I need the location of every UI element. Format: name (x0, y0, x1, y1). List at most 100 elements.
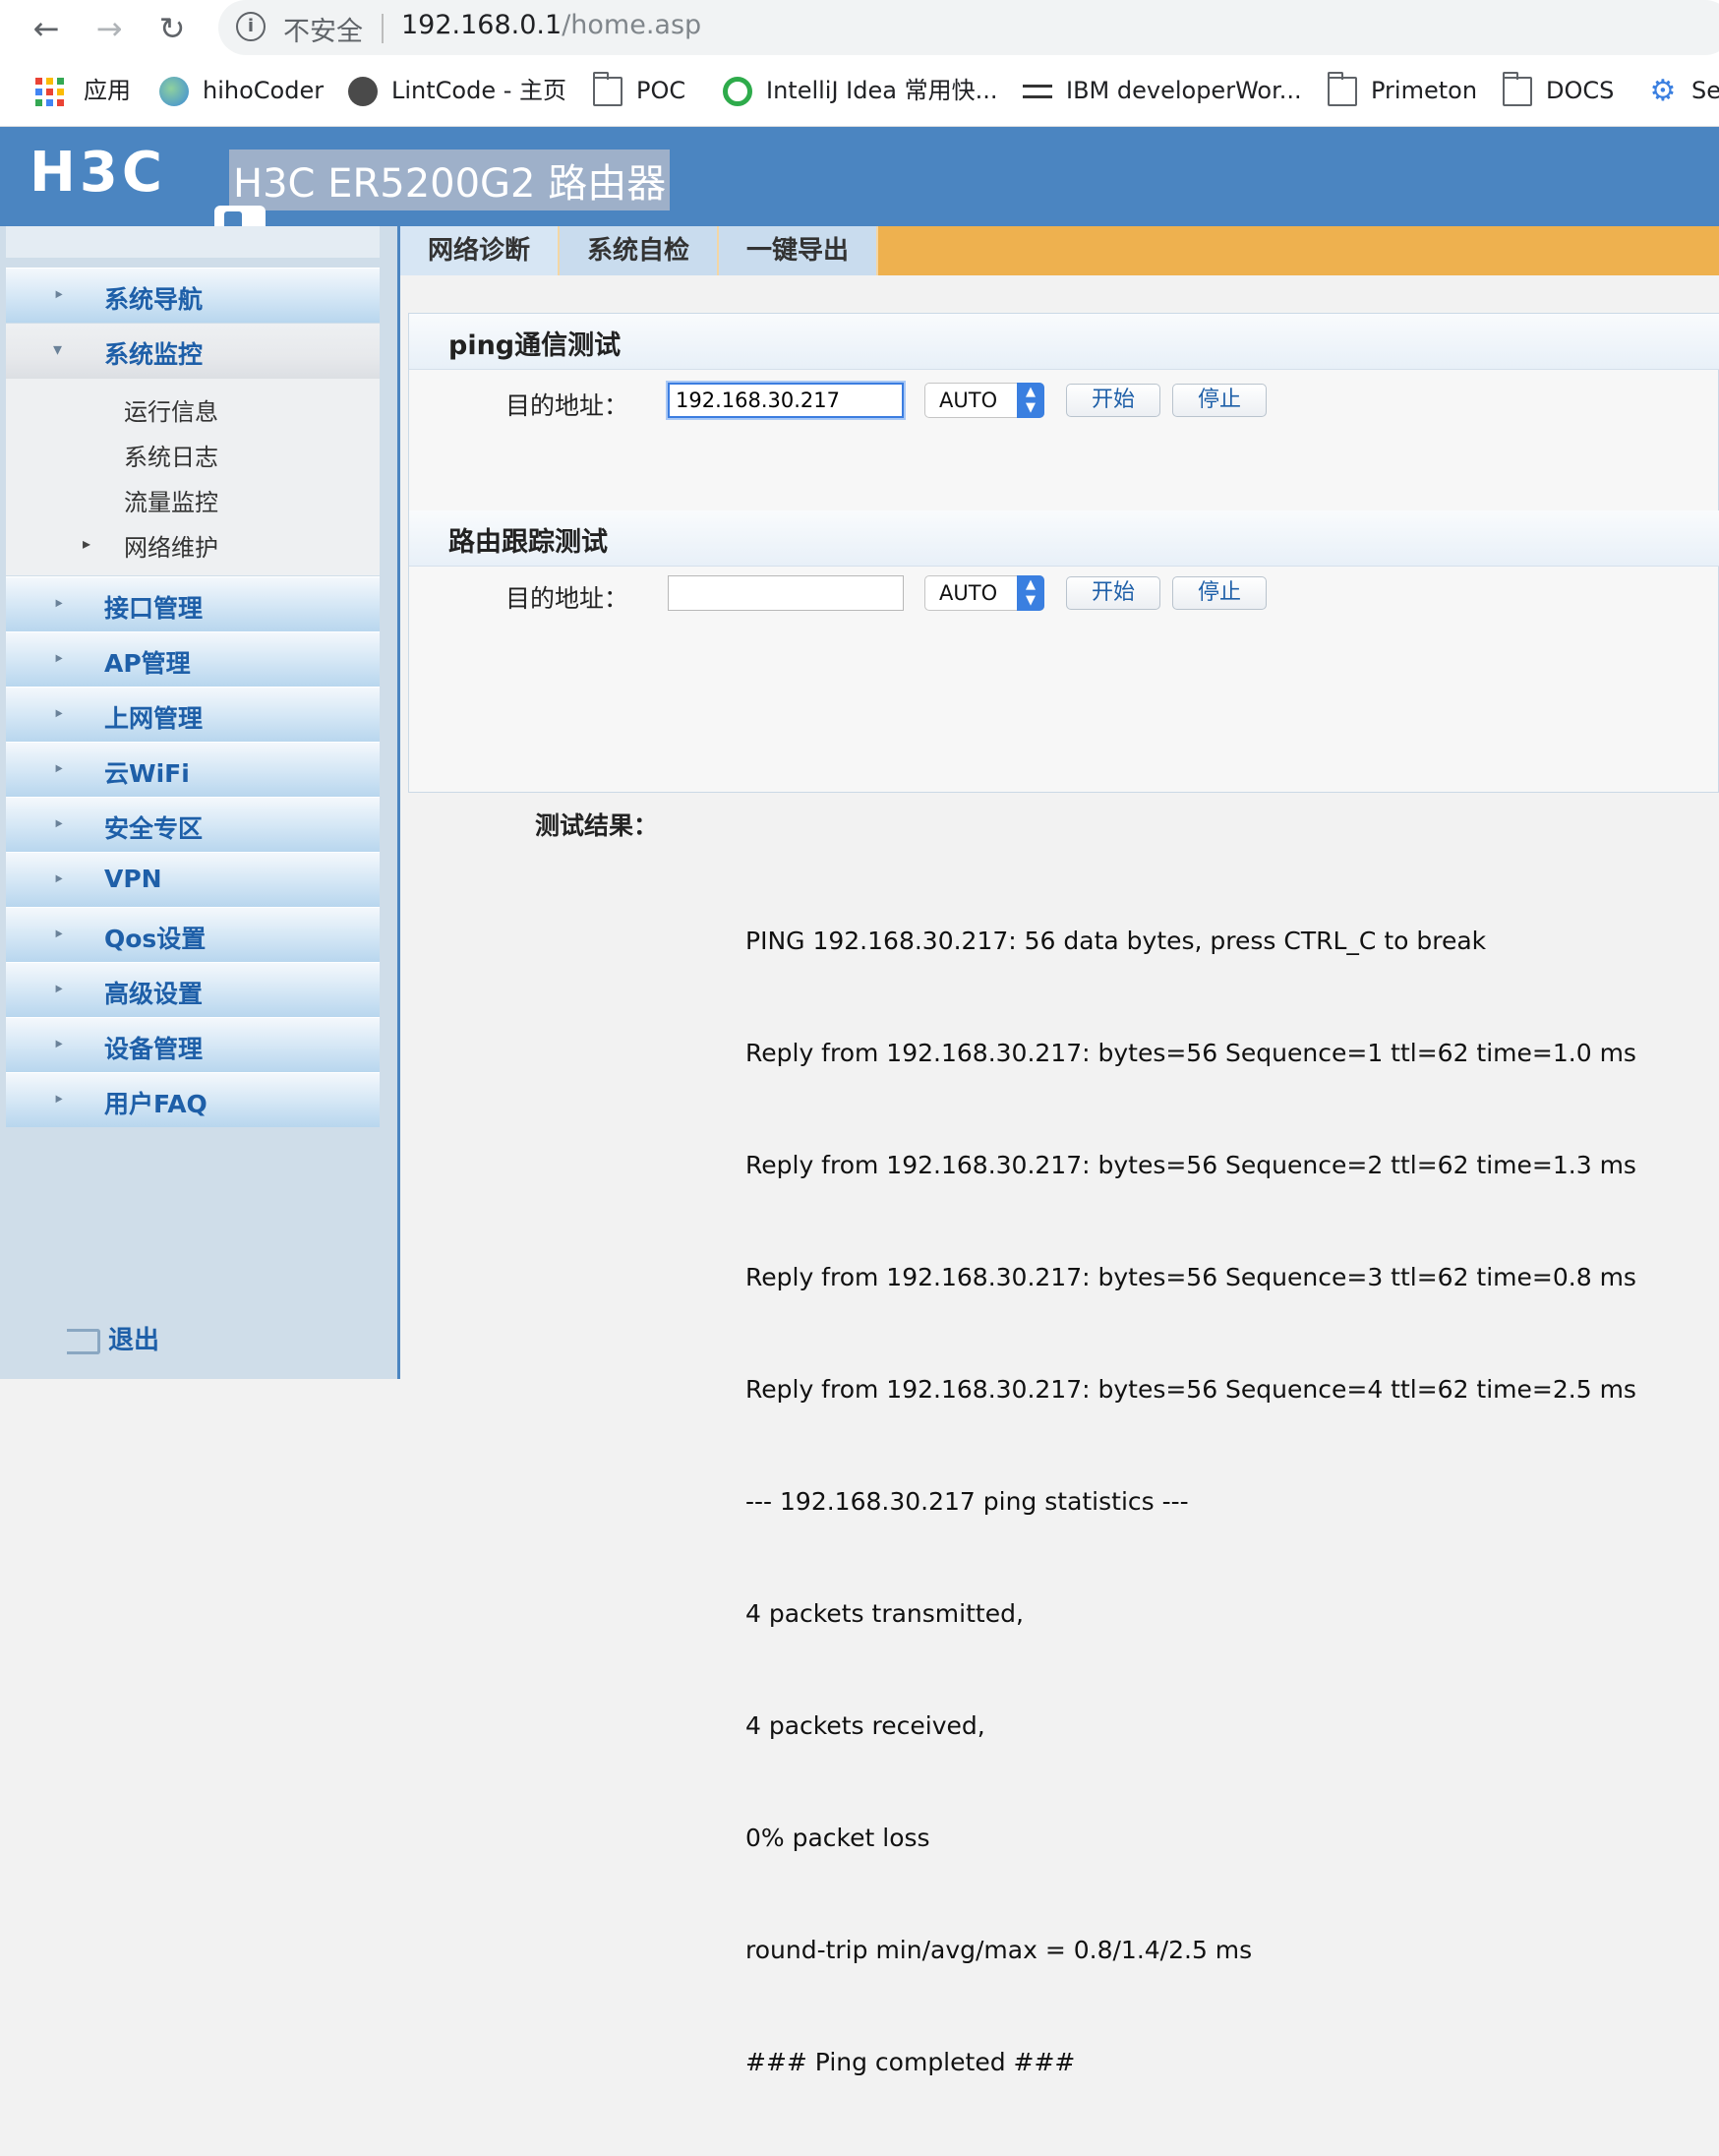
bookmark-se[interactable]: ⚙ Se (1648, 73, 1719, 108)
sidebar-item-label: VPN (104, 865, 162, 893)
expand-arrow-icon: ‣ (53, 1090, 65, 1110)
tab-bar: 网络诊断 系统自检 一键导出 (400, 226, 1719, 275)
bookmark-label: Se (1691, 77, 1719, 104)
reload-icon[interactable]: ↻ (149, 6, 195, 51)
sidebar-item-label: AP管理 (104, 649, 191, 678)
bookmark-label: DOCS (1546, 77, 1615, 104)
expand-arrow-icon: ‣ (53, 704, 65, 725)
submenu-arrow-icon: ▸ (83, 534, 91, 553)
folder-icon (1502, 72, 1532, 106)
address-bar[interactable]: i 不安全 192.168.0.1/home.asp (218, 0, 1719, 55)
ping-section-header: ping通信测试 (409, 314, 1719, 370)
submenu-item-maintenance[interactable]: 网络维护 (124, 528, 218, 563)
result-line: Reply from 192.168.30.217: bytes=56 Sequ… (745, 1151, 1636, 1179)
bookmark-docs[interactable]: DOCS (1502, 72, 1615, 108)
logout-button[interactable]: 退出 (67, 1320, 159, 1356)
select-arrows-icon: ▲ ▼ (1017, 383, 1044, 418)
sidebar-item-label: Qos设置 (104, 925, 207, 953)
tab-network-diagnosis[interactable]: 网络诊断 (400, 226, 560, 275)
globe-icon (348, 77, 378, 106)
bookmark-label: LintCode - 主页 (391, 77, 567, 104)
sidebar-item-label: 系统监控 (104, 340, 204, 369)
ping-stop-button[interactable]: 停止 (1172, 384, 1267, 417)
sidebar-item-monitor[interactable]: ▾ 系统监控 (6, 324, 380, 379)
apps-grid-icon (35, 77, 64, 106)
page-title: H3C ER5200G2 路由器 (229, 150, 671, 210)
sidebar-item-label: 高级设置 (104, 980, 204, 1008)
url-text[interactable]: 192.168.0.1/home.asp (401, 10, 701, 40)
sidebar-submenu: 运行信息 系统日志 流量监控 ▸ 网络维护 (6, 379, 380, 575)
bookmark-lintcode[interactable]: LintCode - 主页 (348, 73, 566, 108)
submenu-item-runinfo[interactable]: 运行信息 (124, 392, 218, 427)
forward-icon[interactable]: → (87, 6, 132, 51)
sidebar-item-interface[interactable]: ‣ 接口管理 (6, 576, 380, 631)
bookmark-apps[interactable]: 应用 (35, 73, 131, 108)
tab-one-click-export[interactable]: 一键导出 (719, 226, 878, 275)
sidebar-item-label: 云WiFi (104, 759, 190, 788)
sidebar-item-ap[interactable]: ‣ AP管理 (6, 631, 380, 687)
bookmarks-bar: 应用 hihoCoder LintCode - 主页 POC IntelliJ … (0, 57, 1719, 127)
sidebar-item-label: 上网管理 (104, 704, 204, 733)
result-line: ### Ping completed ### (745, 2048, 1076, 2076)
bookmark-hihocoder[interactable]: hihoCoder (159, 73, 324, 108)
result-line: 4 packets received, (745, 1711, 985, 1740)
url-host: 192.168.0.1 (401, 10, 563, 40)
sidebar-item-nav[interactable]: ‣ 系统导航 (6, 268, 380, 323)
submenu-item-syslog[interactable]: 系统日志 (124, 438, 218, 472)
ping-dest-input[interactable] (668, 383, 904, 418)
bookmark-intellij[interactable]: IntelliJ Idea 常用快... (723, 73, 997, 108)
url-path: /home.asp (562, 10, 702, 40)
result-line: 0% packet loss (745, 1824, 930, 1852)
ibm-icon (1023, 85, 1052, 98)
logout-icon (67, 1328, 100, 1354)
result-line: Reply from 192.168.30.217: bytes=56 Sequ… (745, 1375, 1636, 1404)
expand-arrow-icon: ‣ (53, 594, 65, 615)
bookmark-label: Primeton (1371, 77, 1478, 104)
sidebar-item-qos[interactable]: ‣ Qos设置 (6, 907, 380, 962)
trace-dest-label: 目的地址： (505, 584, 629, 613)
expand-arrow-icon: ‣ (53, 869, 65, 890)
intellij-icon (723, 77, 752, 106)
sidebar-item-security[interactable]: ‣ 安全专区 (6, 797, 380, 852)
bookmark-poc[interactable]: POC (592, 72, 686, 108)
bookmark-label: hihoCoder (203, 77, 325, 104)
logout-label: 退出 (108, 1326, 160, 1355)
tab-self-check[interactable]: 系统自检 (560, 226, 719, 275)
result-line: --- 192.168.30.217 ping statistics --- (745, 1487, 1189, 1516)
sidebar-item-advanced[interactable]: ‣ 高级设置 (6, 962, 380, 1017)
h3c-logo: H3C (30, 141, 166, 205)
expand-arrow-icon: ‣ (53, 759, 65, 780)
ping-mode-select[interactable]: AUTO ▲ ▼ (924, 383, 1044, 418)
sidebar-item-cloudwifi[interactable]: ‣ 云WiFi (6, 742, 380, 797)
trace-dest-input[interactable] (668, 575, 904, 611)
sidebar-item-label: 设备管理 (104, 1035, 204, 1063)
bookmark-label: 应用 (84, 77, 131, 104)
bookmark-ibm[interactable]: IBM developerWor... (1023, 73, 1302, 108)
gear-icon: ⚙ (1649, 74, 1677, 108)
trace-stop-button[interactable]: 停止 (1172, 576, 1267, 610)
sidebar-item-faq[interactable]: ‣ 用户FAQ (6, 1072, 380, 1127)
sidebar-item-device[interactable]: ‣ 设备管理 (6, 1017, 380, 1072)
ping-start-button[interactable]: 开始 (1066, 384, 1160, 417)
collapse-arrow-icon: ▾ (53, 339, 63, 360)
sidebar-item-label: 用户FAQ (104, 1090, 207, 1118)
sidebar-item-label: 安全专区 (104, 814, 204, 843)
sidebar-item-internet[interactable]: ‣ 上网管理 (6, 687, 380, 742)
bookmark-primeton[interactable]: Primeton (1327, 72, 1478, 108)
trace-mode-select[interactable]: AUTO ▲ ▼ (924, 575, 1044, 611)
submenu-item-traffic[interactable]: 流量监控 (124, 483, 218, 517)
globe-icon (159, 77, 189, 106)
sidebar-item-label: 系统导航 (104, 285, 204, 314)
back-icon[interactable]: ← (24, 6, 69, 51)
ping-mode-value: AUTO (939, 389, 998, 412)
result-line: round-trip min/avg/max = 0.8/1.4/2.5 ms (745, 1936, 1253, 1964)
bookmark-label: POC (636, 77, 686, 104)
sidebar-item-vpn[interactable]: ‣ VPN (6, 852, 380, 907)
result-title: 测试结果： (535, 811, 659, 840)
sidebar: ‣ 系统导航 ▾ 系统监控 运行信息 系统日志 流量监控 ▸ 网络维护 ‣ 接口… (0, 226, 400, 1379)
folder-icon (1327, 72, 1357, 106)
result-output: PING 192.168.30.217: 56 data bytes, pres… (745, 848, 1636, 2156)
trace-start-button[interactable]: 开始 (1066, 576, 1160, 610)
info-icon[interactable]: i (236, 12, 266, 41)
result-line: PING 192.168.30.217: 56 data bytes, pres… (745, 927, 1487, 955)
